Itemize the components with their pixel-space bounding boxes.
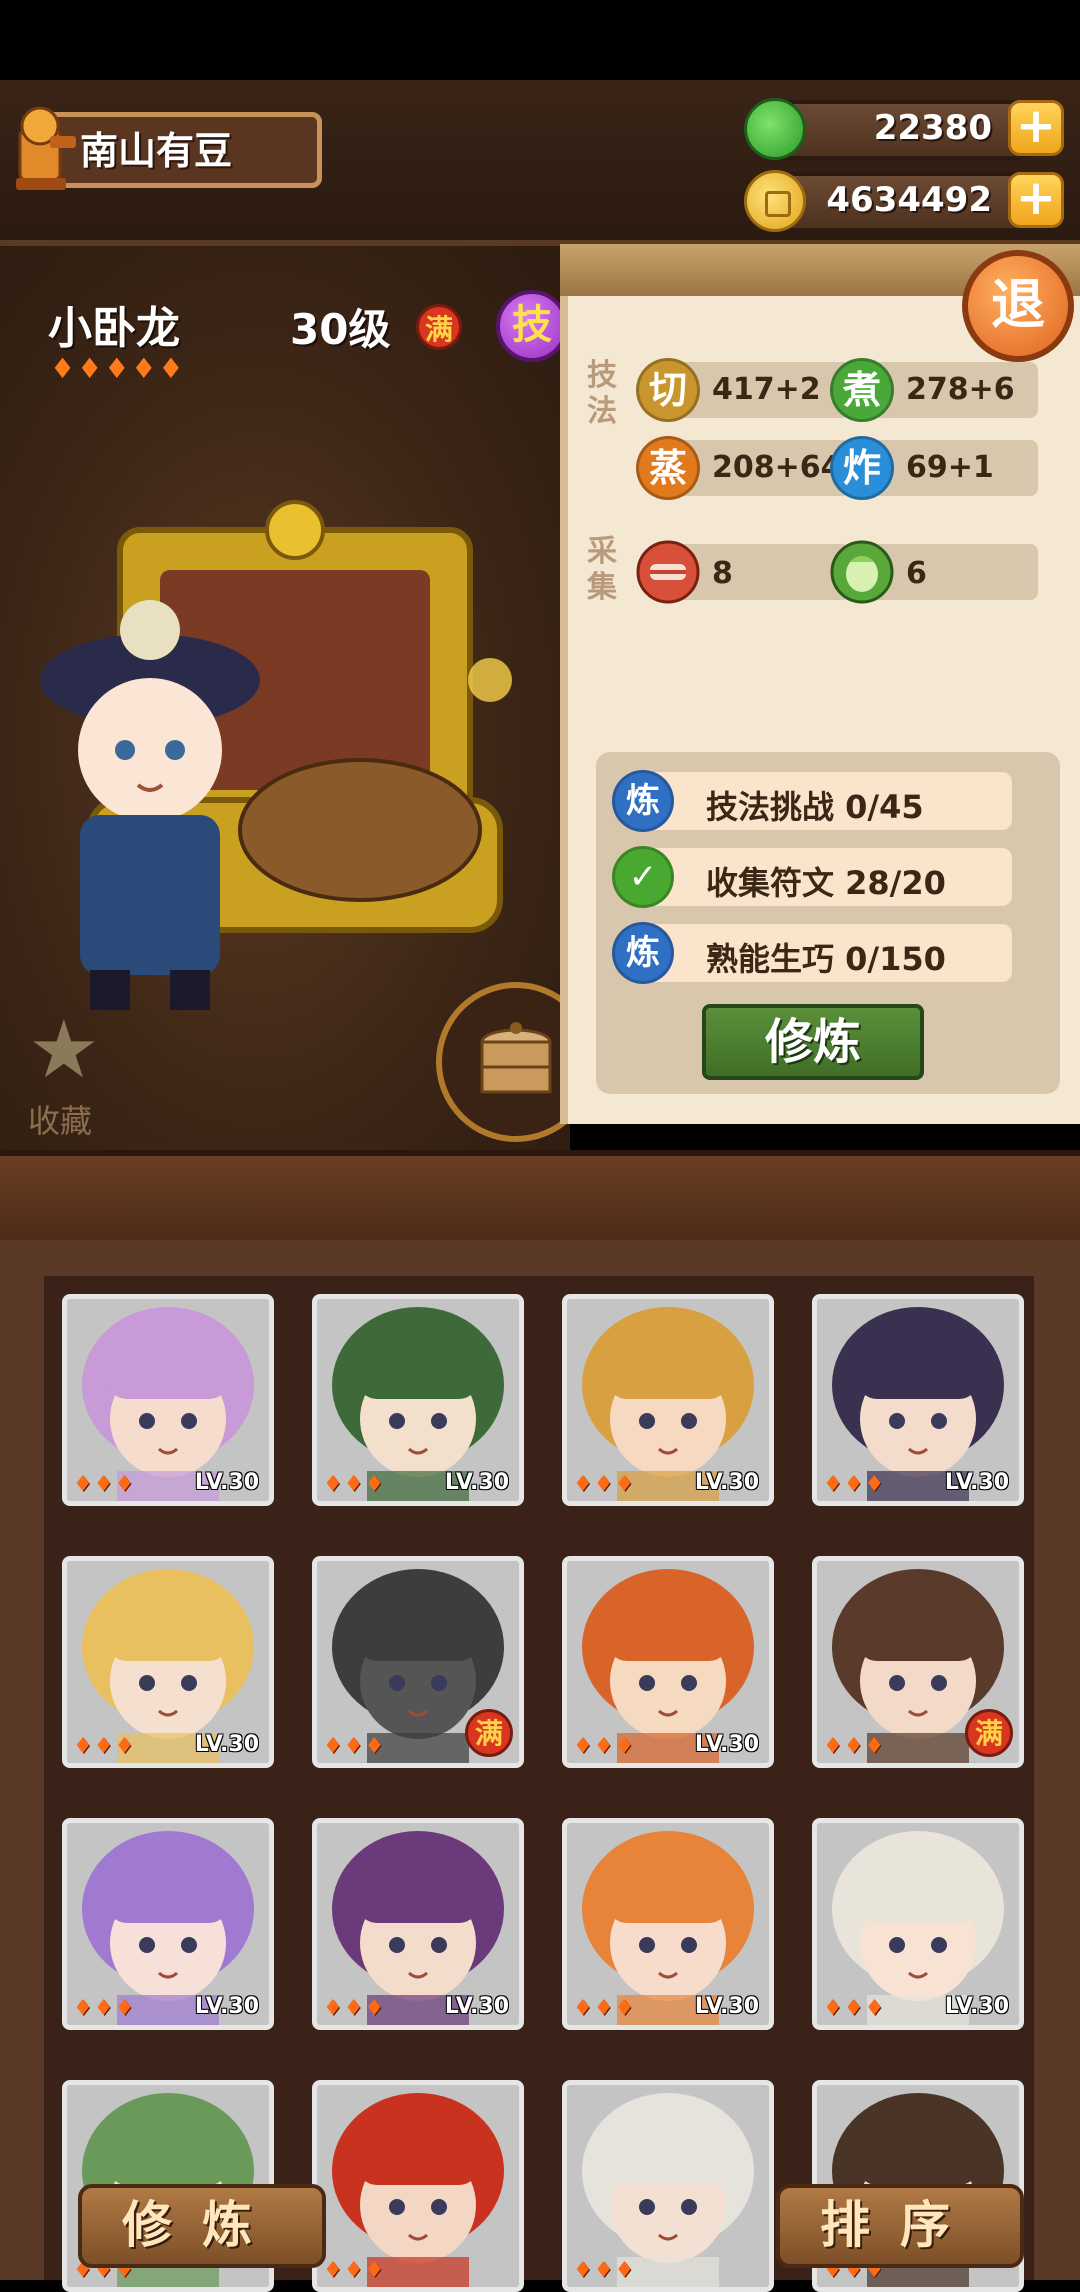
character-portrait (317, 2085, 519, 2287)
rarity-fires: ♦♦♦ (323, 1734, 386, 1759)
level-label: LV.30 (444, 1470, 509, 1495)
rarity-fires: ♦♦♦ (323, 1472, 386, 1497)
favorite-label[interactable]: 收藏 (28, 1096, 92, 1142)
refine-icon: 炼 (612, 922, 674, 984)
boil-value: 278+6 (906, 372, 1015, 407)
roster-card[interactable]: ♦♦♦ LV.30 (562, 1818, 774, 2030)
training-practice-text: 熟能生巧 0/150 (706, 940, 946, 978)
player-avatar-icon[interactable] (6, 100, 84, 196)
roster-card[interactable]: ♦♦♦ LV.30 (62, 1556, 274, 1768)
bottom-cultivate-button[interactable]: 修炼 (78, 2184, 326, 2268)
cultivate-button[interactable]: 修炼 (702, 1004, 924, 1080)
rarity-fires: ♦♦♦ (73, 1996, 136, 2021)
roster-card[interactable]: ♦♦♦ LV.30 (812, 1294, 1024, 1506)
roster-card[interactable]: ♦♦♦ (562, 2080, 774, 2292)
add-coins-button[interactable]: + (1008, 172, 1064, 228)
level-label: LV.30 (694, 1470, 759, 1495)
rarity-fires: ♦♦♦ (73, 1472, 136, 1497)
fry-value: 69+1 (906, 450, 994, 485)
character-level: 30级 (290, 305, 391, 354)
roster-card[interactable]: ♦♦♦ LV.30 (312, 1294, 524, 1506)
level-label: LV.30 (944, 1994, 1009, 2019)
jade-value: 22380 (873, 108, 992, 148)
rarity-fires: ♦♦♦ (823, 1472, 886, 1497)
training-runes-text: 收集符文 28/20 (706, 864, 946, 902)
vegetable-value: 6 (906, 556, 927, 591)
roster-card[interactable]: ♦♦♦ LV.30 (62, 1294, 274, 1506)
character-portrait (40, 600, 260, 1010)
shelf-divider (0, 1150, 1080, 1252)
refine-icon: 炼 (612, 770, 674, 832)
roster-card[interactable]: ♦♦♦ LV.30 (562, 1294, 774, 1506)
character-name: 小卧龙 (48, 303, 180, 354)
techniques-label: 技法 (587, 358, 617, 429)
add-jade-button[interactable]: + (1008, 100, 1064, 156)
training-challenge-text: 技法挑战 0/45 (706, 788, 924, 826)
sort-button[interactable]: 排序 (776, 2184, 1024, 2268)
max-level-badge: 满 (465, 1709, 513, 1757)
level-label: LV.30 (694, 1994, 759, 2019)
meat-value: 8 (712, 556, 733, 591)
rarity-fires: ♦♦♦ (573, 1472, 636, 1497)
roster-card[interactable]: ♦♦♦ LV.30 (562, 1556, 774, 1768)
rarity-fires: ♦♦♦ (73, 1734, 136, 1759)
character-rarity-fires: ♦♦♦♦♦ (50, 352, 186, 385)
level-label: LV.30 (694, 1732, 759, 1757)
cut-icon: 切 (636, 358, 700, 422)
level-label: LV.30 (194, 1470, 259, 1495)
rarity-fires: ♦♦♦ (323, 2258, 386, 2283)
roster-grid: ♦♦♦ LV.30 ♦♦♦ LV.30 ♦♦♦ LV.30 ♦♦♦ LV.30 ♦♦♦ LV.30… (44, 1276, 1034, 2292)
level-label: LV.30 (194, 1994, 259, 2019)
cut-value: 417+2 (712, 372, 821, 407)
level-label: LV.30 (194, 1732, 259, 1757)
rarity-fires: ♦♦♦ (573, 1734, 636, 1759)
roster-card[interactable]: ♦♦♦ LV.30 (62, 1818, 274, 2030)
max-level-badge: 满 (416, 304, 462, 350)
gather-label: 采集 (587, 534, 617, 605)
vegetable-icon (830, 540, 894, 604)
steam-value: 208+64 (712, 450, 842, 485)
roster-card[interactable]: ♦♦♦ LV.30 (812, 1818, 1024, 2030)
roster-card[interactable]: ♦♦♦ (312, 2080, 524, 2292)
meat-icon (636, 540, 700, 604)
boil-icon: 煮 (830, 358, 894, 422)
level-label: LV.30 (444, 1994, 509, 2019)
player-name: 南山有豆 (80, 129, 233, 173)
roster-card[interactable]: ♦♦♦ LV.30 (312, 1818, 524, 2030)
roster-card[interactable]: ♦♦♦ 满 (812, 1556, 1024, 1768)
steamer-icon (480, 1022, 552, 1094)
steam-icon: 蒸 (636, 436, 700, 500)
character-portrait (567, 2085, 769, 2287)
fry-icon: 炸 (830, 436, 894, 500)
rarity-fires: ♦♦♦ (323, 1996, 386, 2021)
rarity-fires: ♦♦♦ (573, 2258, 636, 2283)
rarity-fires: ♦♦♦ (823, 1734, 886, 1759)
level-label: LV.30 (944, 1470, 1009, 1495)
skill-badge[interactable]: 技 (496, 290, 568, 362)
favorite-star-icon[interactable]: ★ (28, 1010, 100, 1090)
exit-button[interactable]: 退 (962, 250, 1074, 362)
status-bar (0, 0, 1080, 80)
rarity-fires: ♦♦♦ (573, 1996, 636, 2021)
roster-card[interactable]: ♦♦♦ 满 (312, 1556, 524, 1768)
check-icon: ✓ (612, 846, 674, 908)
coin-value: 4634492 (826, 180, 992, 220)
max-level-badge: 满 (965, 1709, 1013, 1757)
rarity-fires: ♦♦♦ (823, 1996, 886, 2021)
